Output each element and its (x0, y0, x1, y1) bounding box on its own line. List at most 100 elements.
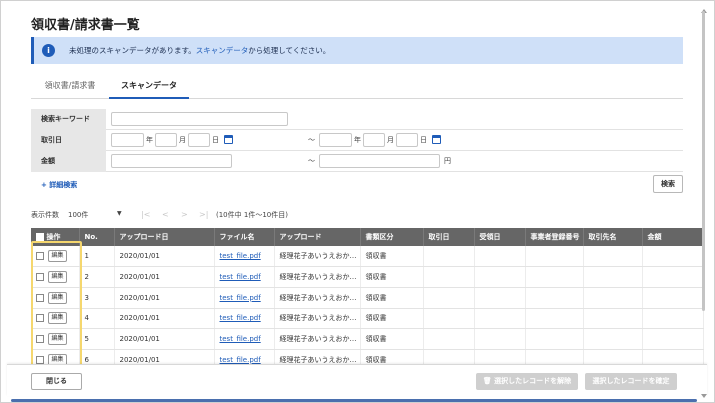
cell-vendor-name (583, 266, 643, 288)
cell-amount (642, 266, 704, 288)
file-link[interactable]: test_file.pdf (220, 273, 261, 281)
cell-vendor-name (583, 328, 643, 350)
per-page-select[interactable]: 100件 ▼ (68, 210, 122, 220)
cell-transaction-date (423, 246, 475, 268)
next-page-button[interactable]: > (181, 210, 188, 219)
header-vendor-name: 取引先名 (583, 228, 643, 246)
header-no: No. (79, 228, 115, 246)
file-link[interactable]: test_file.pdf (220, 294, 261, 302)
close-button[interactable]: 閉じる (31, 373, 82, 390)
cell-registration-no (525, 328, 584, 350)
row-actions: 編集 (31, 287, 80, 309)
amount-min-input[interactable] (111, 154, 232, 168)
row-actions: 編集 (31, 328, 80, 350)
table-row[interactable]: 編集 5 2020/01/01 test_file.pdf 経理花子あいうえおか… 領収書 (31, 328, 704, 350)
tab-scan-data[interactable]: スキャンデータ (109, 77, 189, 99)
row-actions: 編集 (31, 266, 80, 288)
row-actions: 編集 (31, 308, 80, 330)
edit-button[interactable]: 編集 (48, 250, 67, 263)
cell-file-name: test_file.pdf (214, 328, 275, 350)
cell-uploader: 経理花子あいうえおか… (274, 308, 361, 330)
calendar-icon[interactable] (224, 135, 233, 144)
footer-bar: 閉じる 🗑 選択したレコードを解除 選択したレコードを確定 (7, 364, 707, 396)
release-selected-button[interactable]: 🗑 選択したレコードを解除 (476, 373, 578, 390)
row-checkbox[interactable] (36, 273, 44, 282)
edit-button[interactable]: 編集 (48, 333, 67, 346)
cell-upload-date: 2020/01/01 (114, 266, 215, 288)
month-unit: 月 (387, 136, 394, 144)
cell-registration-no (525, 266, 584, 288)
row-checkbox[interactable] (36, 335, 44, 344)
cell-doc-type: 領収書 (360, 287, 424, 309)
header-transaction-date: 取引日 (423, 228, 475, 246)
calendar-icon[interactable] (432, 135, 441, 144)
cell-received-date (474, 287, 526, 309)
keyword-row: 検索キーワード (31, 109, 683, 130)
tab-receipts-invoices[interactable]: 領収書/請求書 (31, 77, 109, 99)
horizontal-scroll-thumb[interactable] (11, 399, 697, 402)
range-separator: 〜 (308, 157, 315, 165)
file-link[interactable]: test_file.pdf (220, 335, 261, 343)
prev-page-button[interactable]: < (162, 210, 169, 219)
notice-message: 未処理のスキャンデータがあります。スキャンデータから処理してください。 (69, 45, 330, 56)
confirm-selected-button[interactable]: 選択したレコードを確定 (585, 373, 677, 390)
amount-max-input[interactable] (319, 154, 440, 168)
advanced-search-link[interactable]: + 詳細検索 (41, 180, 77, 190)
horizontal-scrollbar[interactable] (7, 398, 701, 403)
table-row[interactable]: 編集 1 2020/01/01 test_file.pdf 経理花子あいうえおか… 領収書 (31, 246, 704, 268)
row-checkbox[interactable] (36, 314, 44, 323)
range-separator: 〜 (308, 136, 315, 144)
cell-received-date (474, 328, 526, 350)
header-file-name: ファイル名 (214, 228, 275, 246)
date-label: 取引日 (31, 130, 106, 151)
cell-uploader: 経理花子あいうえおか… (274, 266, 361, 288)
scan-data-link[interactable]: スキャンデータ (196, 46, 249, 55)
row-actions: 編集 (31, 246, 80, 268)
scroll-down-arrow-icon[interactable] (701, 394, 707, 398)
table-header-row: 操作 No. アップロード日 ファイル名 アップロード 書類区分 取引日 受領日… (31, 228, 704, 246)
cell-upload-date: 2020/01/01 (114, 308, 215, 330)
cell-amount (642, 287, 704, 309)
date-from-day-input[interactable] (188, 133, 210, 147)
last-page-button[interactable]: >| (199, 210, 208, 219)
select-all-checkbox[interactable] (36, 233, 44, 241)
row-checkbox[interactable] (36, 293, 44, 302)
cell-uploader: 経理花子あいうえおか… (274, 287, 361, 309)
page-title: 領収書/請求書一覧 (31, 18, 140, 33)
amount-row: 金額 〜 円 (31, 151, 683, 172)
info-icon: i (42, 44, 55, 57)
cell-vendor-name (583, 308, 643, 330)
file-link[interactable]: test_file.pdf (220, 356, 261, 364)
header-received-date: 受領日 (474, 228, 526, 246)
cell-received-date (474, 308, 526, 330)
table-row[interactable]: 編集 4 2020/01/01 test_file.pdf 経理花子あいうえおか… 領収書 (31, 308, 704, 330)
year-unit: 年 (354, 136, 361, 144)
release-label: 選択したレコードを解除 (494, 377, 572, 385)
vertical-scrollbar[interactable] (700, 9, 707, 398)
edit-button[interactable]: 編集 (48, 291, 67, 304)
row-checkbox[interactable] (36, 355, 44, 364)
per-page-value: 100件 (68, 211, 89, 219)
date-to-day-input[interactable] (396, 133, 418, 147)
table-row[interactable]: 編集 3 2020/01/01 test_file.pdf 経理花子あいうえおか… 領収書 (31, 287, 704, 309)
cell-transaction-date (423, 308, 475, 330)
cell-doc-type: 領収書 (360, 328, 424, 350)
keyword-input[interactable] (111, 112, 288, 126)
year-unit: 年 (146, 136, 153, 144)
search-button[interactable]: 検索 (653, 175, 683, 193)
table-row[interactable]: 編集 2 2020/01/01 test_file.pdf 経理花子あいうえおか… 領収書 (31, 266, 704, 288)
row-checkbox[interactable] (36, 252, 44, 261)
date-from-year-input[interactable] (111, 133, 144, 147)
cell-doc-type: 領収書 (360, 266, 424, 288)
cell-no: 4 (79, 308, 115, 330)
date-from-month-input[interactable] (155, 133, 177, 147)
scroll-thumb[interactable] (702, 11, 705, 311)
date-to-month-input[interactable] (363, 133, 385, 147)
edit-button[interactable]: 編集 (48, 271, 67, 284)
first-page-button[interactable]: |< (141, 210, 150, 219)
file-link[interactable]: test_file.pdf (220, 314, 261, 322)
chevron-down-icon: ▼ (117, 210, 122, 217)
file-link[interactable]: test_file.pdf (220, 252, 261, 260)
edit-button[interactable]: 編集 (48, 312, 67, 325)
date-to-year-input[interactable] (319, 133, 352, 147)
